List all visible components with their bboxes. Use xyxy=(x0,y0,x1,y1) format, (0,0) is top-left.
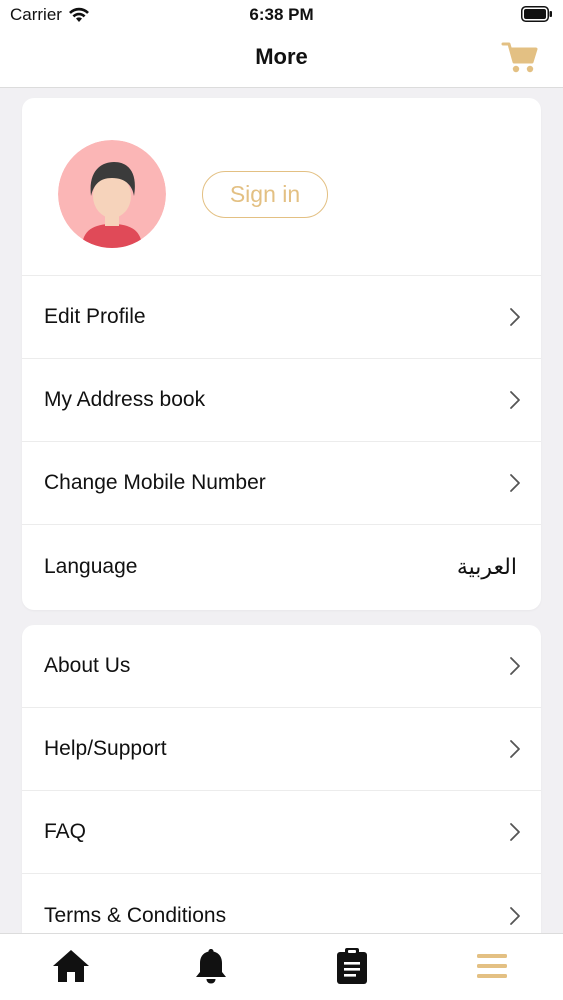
change-mobile-row[interactable]: Change Mobile Number xyxy=(22,442,541,525)
row-label: Edit Profile xyxy=(44,305,146,328)
chevron-right-icon xyxy=(510,740,520,758)
row-label: FAQ xyxy=(44,820,87,843)
chevron-right-icon xyxy=(510,391,520,409)
status-bar: Carrier 6:38 PM xyxy=(0,0,563,30)
account-card: Sign in Edit Profile My Address book Cha… xyxy=(22,98,541,610)
chevron-right-icon xyxy=(510,474,520,492)
battery-icon xyxy=(521,6,553,27)
row-label: About Us xyxy=(44,654,131,677)
cart-icon xyxy=(501,42,538,73)
home-icon xyxy=(53,950,89,982)
row-label: Help/Support xyxy=(44,737,167,760)
sign-in-button[interactable]: Sign in xyxy=(202,171,328,218)
bell-icon xyxy=(196,949,226,984)
tab-home[interactable] xyxy=(51,946,91,986)
row-label: Language xyxy=(44,554,138,578)
about-us-row[interactable]: About Us xyxy=(22,625,541,708)
tab-orders[interactable] xyxy=(332,946,372,986)
chevron-right-icon xyxy=(510,657,520,675)
language-value[interactable]: العربية xyxy=(457,554,517,580)
chevron-right-icon xyxy=(510,823,520,841)
row-label: My Address book xyxy=(44,388,206,411)
tab-notifications[interactable] xyxy=(191,946,231,986)
chevron-right-icon xyxy=(510,906,520,925)
language-row[interactable]: Language العربية xyxy=(22,525,541,608)
profile-header: Sign in xyxy=(22,98,541,276)
edit-profile-row[interactable]: Edit Profile xyxy=(22,276,541,359)
menu-icon xyxy=(477,954,507,978)
avatar xyxy=(58,140,166,248)
nav-bar: More xyxy=(0,30,563,88)
page-title: More xyxy=(255,44,308,69)
chevron-right-icon xyxy=(510,308,520,326)
status-time: 6:38 PM xyxy=(249,5,314,24)
cart-button[interactable] xyxy=(501,40,539,76)
info-card: About Us Help/Support FAQ Terms & Condit… xyxy=(22,625,541,955)
row-label: Change Mobile Number xyxy=(44,471,266,494)
tab-bar xyxy=(0,933,563,1000)
help-support-row[interactable]: Help/Support xyxy=(22,708,541,791)
tab-more[interactable] xyxy=(472,946,512,986)
row-label: Terms & Conditions xyxy=(44,903,227,927)
faq-row[interactable]: FAQ xyxy=(22,791,541,874)
clipboard-icon xyxy=(337,948,367,984)
address-book-row[interactable]: My Address book xyxy=(22,359,541,442)
